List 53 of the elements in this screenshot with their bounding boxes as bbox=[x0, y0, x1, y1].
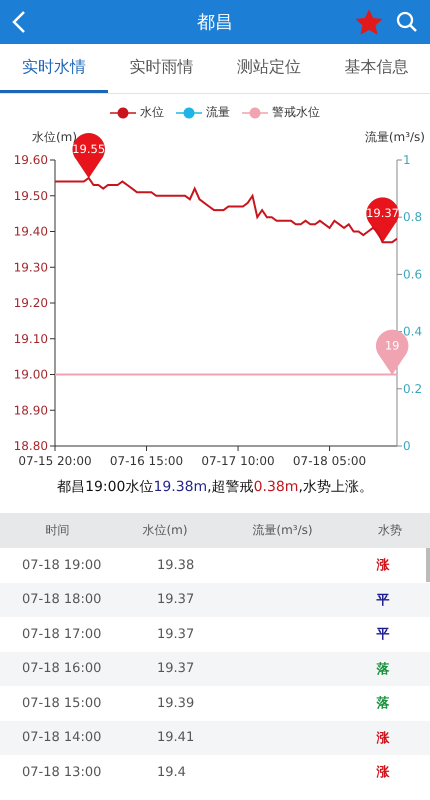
level-cell-text: 19.37 bbox=[156, 592, 196, 608]
level-cell-text: 19.38 bbox=[156, 558, 196, 573]
x-tick-label: 07-15 20:00 bbox=[18, 454, 92, 466]
y-tick-label: 19.20 bbox=[14, 296, 48, 310]
axis-title: 流量(m³/s) bbox=[364, 130, 425, 144]
page-title: 都昌 bbox=[197, 11, 233, 34]
y-tick-label: 18.90 bbox=[14, 403, 48, 418]
level-cell-text: 19.37 bbox=[156, 626, 196, 642]
x-tick-label: 07-17 10:00 bbox=[201, 454, 275, 466]
time-cell-text: 07-18 15:00 bbox=[21, 696, 102, 711]
legend-label: 警戒水位 bbox=[272, 104, 320, 121]
trend-cell-text: 涨 bbox=[375, 764, 390, 782]
trend-cell-text: 涨 bbox=[375, 730, 390, 747]
y-tick-label: 19.00 bbox=[14, 368, 48, 382]
right-tick-label: 0.6 bbox=[403, 267, 422, 282]
y-tick-label: 19.10 bbox=[14, 332, 48, 346]
legend-label: 水位 bbox=[140, 104, 164, 121]
column-header: 水势 bbox=[377, 522, 403, 539]
level-cell-text: 19.41 bbox=[156, 730, 196, 746]
status-summary: 都昌19:00水位19.38m,超警戒0.38m,水势上涨。 bbox=[56, 478, 374, 497]
level-cell-text: 19.39 bbox=[156, 696, 196, 711]
right-tick-label: 0.8 bbox=[403, 210, 422, 224]
y-tick-label: 18.80 bbox=[14, 439, 48, 453]
right-tick-label: 0.4 bbox=[403, 324, 422, 339]
time-cell-text: 07-18 14:00 bbox=[21, 730, 102, 746]
trend-cell-text: 落 bbox=[376, 660, 390, 678]
right-tick-label: 0 bbox=[403, 439, 411, 453]
time-cell-text: 07-18 16:00 bbox=[21, 661, 102, 676]
time-cell-text: 07-18 18:00 bbox=[21, 592, 102, 608]
level-cell-text: 19.37 bbox=[156, 661, 196, 676]
right-tick-label: 0.2 bbox=[403, 382, 422, 396]
trend-cell-text: 平 bbox=[376, 592, 390, 609]
time-cell-text: 07-18 19:00 bbox=[21, 558, 102, 573]
column-header: 时间 bbox=[44, 522, 70, 539]
x-tick-label: 07-18 05:00 bbox=[292, 454, 366, 466]
trend-cell-text: 平 bbox=[376, 626, 390, 644]
trend-cell-text: 落 bbox=[376, 695, 390, 712]
y-tick-label: 19.30 bbox=[14, 260, 48, 274]
y-tick-label: 19.50 bbox=[14, 188, 48, 203]
column-header: 水位(m) bbox=[141, 522, 189, 539]
trend-cell-text: 涨 bbox=[375, 557, 390, 574]
scrollbar[interactable] bbox=[426, 548, 430, 582]
axis-title: 水位(m) bbox=[32, 130, 78, 144]
level-cell-text: 19.4 bbox=[156, 764, 187, 780]
y-tick-label: 19.60 bbox=[14, 153, 48, 167]
legend-label: 流量 bbox=[206, 104, 230, 121]
y-tick-label: 19.40 bbox=[14, 224, 48, 238]
time-cell-text: 07-18 13:00 bbox=[21, 764, 102, 780]
value-pin: 19.37 bbox=[366, 197, 400, 242]
column-header: 流量(m³/s) bbox=[251, 522, 314, 539]
right-tick-label: 1 bbox=[403, 153, 411, 167]
time-cell-text: 07-18 17:00 bbox=[21, 626, 102, 642]
x-tick-label: 07-16 15:00 bbox=[110, 454, 184, 466]
